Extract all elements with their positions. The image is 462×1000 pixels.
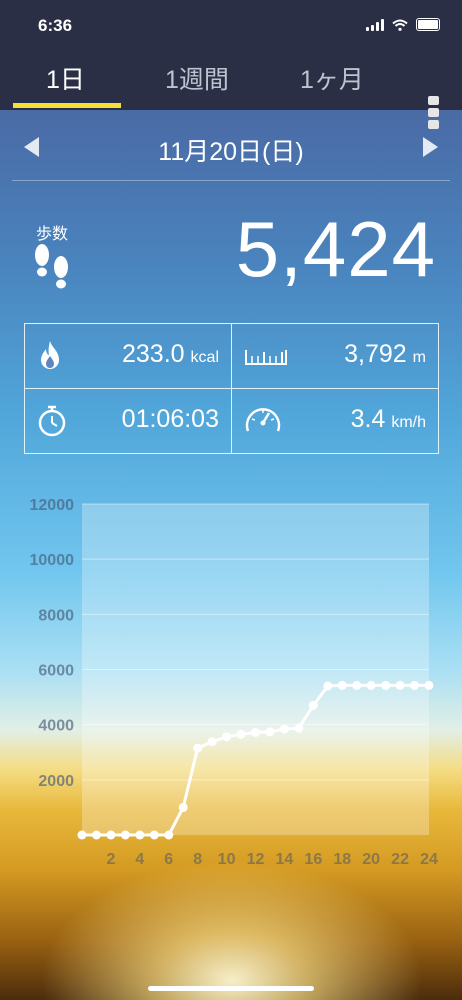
distance-cell: 3,792 m [232, 324, 438, 388]
status-time: 6:36 [38, 16, 73, 35]
battery-icon [416, 18, 440, 31]
data-point [164, 830, 174, 840]
data-point [149, 830, 159, 840]
x-tick-label: 18 [333, 851, 351, 868]
speed-unit: km/h [391, 414, 426, 431]
x-tick-label: 14 [276, 851, 294, 868]
status-bar: 6:36 [0, 0, 462, 44]
x-tick-label: 8 [193, 851, 202, 868]
data-point [178, 802, 188, 812]
data-point [236, 729, 246, 739]
x-tick-label: 20 [362, 851, 380, 868]
stopwatch-icon [38, 405, 66, 437]
x-tick-label: 10 [218, 851, 236, 868]
x-tick-label: 2 [106, 851, 115, 868]
data-point [207, 737, 217, 747]
x-tick-label: 24 [420, 851, 438, 868]
data-point [222, 732, 232, 742]
home-indicator [148, 986, 314, 991]
next-day-icon[interactable] [421, 136, 439, 158]
tab-week[interactable]: 1週間 [165, 60, 229, 96]
data-point [424, 680, 434, 690]
date-navigator: 11月20日(日) [0, 128, 462, 170]
speed-value: 3.4 [350, 405, 386, 433]
speedometer-icon [245, 408, 281, 432]
period-tabs: 1日 1週間 1ヶ月 [0, 44, 462, 129]
data-point [381, 680, 391, 690]
x-tick-label: 22 [391, 851, 409, 868]
data-point [279, 724, 289, 734]
steps-chart: 200040006000800010000120002 4 6 8 10 12 14 16 18… [30, 497, 439, 868]
calories-unit: kcal [190, 349, 219, 366]
data-point [294, 723, 304, 733]
flame-icon [41, 341, 59, 369]
distance-unit: m [412, 349, 426, 366]
y-tick-label: 8000 [38, 607, 74, 624]
data-point [323, 681, 333, 691]
duration-cell: 01:06:03 [25, 389, 231, 453]
steps-count: 5,424 [235, 205, 436, 293]
data-point [308, 700, 318, 710]
data-point [337, 680, 347, 690]
header-divider [12, 180, 450, 181]
stats-grid: 233.0 kcal 3,792 m 01:06:03 3.4 km/h [24, 323, 439, 454]
data-point [106, 830, 116, 840]
x-tick-label: 16 [304, 851, 322, 868]
data-point [120, 830, 130, 840]
footprints-icon [35, 244, 68, 289]
data-point [77, 830, 87, 840]
y-tick-label: 12000 [30, 497, 75, 514]
ruler-icon [245, 350, 287, 365]
steps-label: 歩数 [36, 226, 69, 243]
y-tick-label: 2000 [38, 773, 74, 790]
data-point [352, 680, 362, 690]
distance-value: 3,792 [344, 340, 407, 368]
wifi-icon [392, 19, 408, 31]
data-point [410, 680, 420, 690]
y-tick-label: 10000 [30, 552, 75, 569]
x-tick-label: 12 [247, 851, 265, 868]
data-point [265, 727, 275, 737]
y-tick-label: 6000 [38, 663, 74, 680]
x-tick-label: 6 [164, 851, 173, 868]
data-point [91, 830, 101, 840]
y-tick-label: 4000 [38, 718, 74, 735]
data-point [135, 830, 145, 840]
tab-month[interactable]: 1ヶ月 [300, 60, 364, 96]
data-point [193, 743, 203, 753]
x-tick-label: 4 [135, 851, 144, 868]
speed-cell: 3.4 km/h [232, 389, 438, 453]
current-date: 11月20日(日) [158, 138, 304, 166]
signal-icon [366, 18, 384, 31]
tab-day[interactable]: 1日 [46, 60, 85, 96]
data-point [395, 680, 405, 690]
active-tab-indicator [13, 103, 121, 108]
duration-value: 01:06:03 [121, 405, 219, 433]
data-point [366, 680, 376, 690]
calories-value: 233.0 [121, 340, 185, 368]
calories-cell: 233.0 kcal [25, 324, 231, 388]
data-point [251, 727, 260, 737]
